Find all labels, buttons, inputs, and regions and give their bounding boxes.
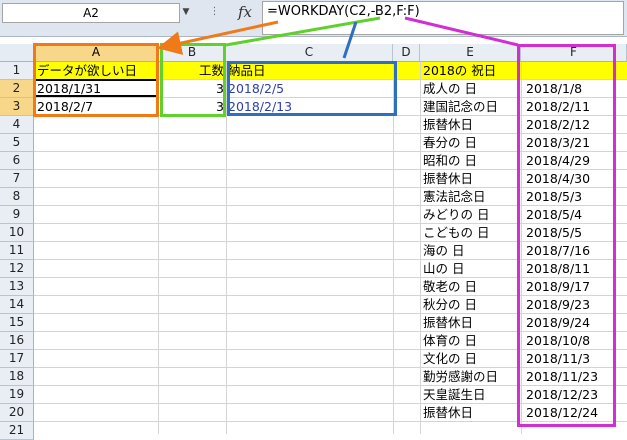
row-header-21[interactable]: 21 xyxy=(0,422,34,440)
row-header-6[interactable]: 6 xyxy=(0,152,34,170)
formula-input[interactable]: =WORKDAY(C2,-B2,F:F) xyxy=(262,1,624,35)
select-all-corner[interactable] xyxy=(0,44,34,62)
annotation-box-f xyxy=(517,44,616,427)
cell-E1[interactable]: 2018の 祝日 xyxy=(423,62,520,79)
row-header-13[interactable]: 13 xyxy=(0,278,34,296)
holiday-name-cell[interactable]: 振替休日 xyxy=(423,314,520,331)
holiday-name-cell[interactable]: 建国記念の日 xyxy=(423,98,520,115)
row-header-4[interactable]: 4 xyxy=(0,116,34,134)
holiday-name-cell[interactable]: 天皇誕生日 xyxy=(423,386,520,403)
annotation-box-c xyxy=(227,61,397,116)
row-header-12[interactable]: 12 xyxy=(0,260,34,278)
holiday-name-cell[interactable]: 山の 日 xyxy=(423,260,520,277)
holiday-name-cell[interactable]: 春分の 日 xyxy=(423,134,520,151)
holiday-name-cell[interactable]: 秋分の 日 xyxy=(423,296,520,313)
column-header-e[interactable]: E xyxy=(420,44,521,62)
formula-bar-grip-icon[interactable]: ⋮ xyxy=(207,5,221,21)
holiday-name-cell[interactable]: 振替休日 xyxy=(423,170,520,187)
name-box[interactable]: A2 xyxy=(2,3,180,23)
row-header-5[interactable]: 5 xyxy=(0,134,34,152)
annotation-box-b xyxy=(160,43,226,117)
row-header-15[interactable]: 15 xyxy=(0,314,34,332)
row-header-7[interactable]: 7 xyxy=(0,170,34,188)
row-header-19[interactable]: 19 xyxy=(0,386,34,404)
row-header-16[interactable]: 16 xyxy=(0,332,34,350)
formula-bar: A2 ▼ ⋮ fx =WORKDAY(C2,-B2,F:F) xyxy=(0,0,627,37)
row-header-14[interactable]: 14 xyxy=(0,296,34,314)
column-header-c[interactable]: C xyxy=(226,44,393,62)
row-header-18[interactable]: 18 xyxy=(0,368,34,386)
holiday-name-cell[interactable]: 振替休日 xyxy=(423,116,520,133)
row-header-11[interactable]: 11 xyxy=(0,242,34,260)
holiday-name-cell[interactable]: 憲法記念日 xyxy=(423,188,520,205)
holiday-name-cell[interactable]: こどもの 日 xyxy=(423,224,520,241)
column-header-d[interactable]: D xyxy=(393,44,420,62)
annotation-box-a xyxy=(33,43,159,117)
row-header-10[interactable]: 10 xyxy=(0,224,34,242)
holiday-name-cell[interactable]: 体育の 日 xyxy=(423,332,520,349)
row-header-8[interactable]: 8 xyxy=(0,188,34,206)
row-header-3[interactable]: 3 xyxy=(0,98,34,116)
holiday-name-cell[interactable]: 昭和の 日 xyxy=(423,152,520,169)
holiday-name-cell[interactable]: 海の 日 xyxy=(423,242,520,259)
row-header-20[interactable]: 20 xyxy=(0,404,34,422)
holiday-name-cell[interactable]: 成人の 日 xyxy=(423,80,520,97)
holiday-name-cell[interactable]: みどりの 日 xyxy=(423,206,520,223)
holiday-name-cell[interactable]: 振替休日 xyxy=(423,404,520,421)
row-header-9[interactable]: 9 xyxy=(0,206,34,224)
row-header-1[interactable]: 1 xyxy=(0,62,34,80)
holiday-name-cell[interactable]: 文化の 日 xyxy=(423,350,520,367)
row-header-2[interactable]: 2 xyxy=(0,80,34,98)
name-box-dropdown-icon[interactable]: ▼ xyxy=(181,3,191,21)
holiday-name-cell[interactable]: 敬老の 日 xyxy=(423,278,520,295)
row-header-17[interactable]: 17 xyxy=(0,350,34,368)
holiday-name-cell[interactable]: 勤労感謝の日 xyxy=(423,368,520,385)
insert-function-icon[interactable]: fx xyxy=(232,1,258,23)
